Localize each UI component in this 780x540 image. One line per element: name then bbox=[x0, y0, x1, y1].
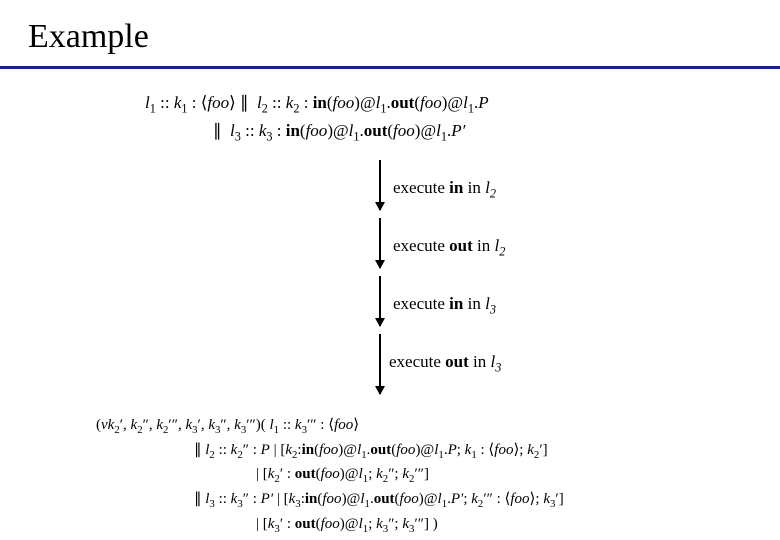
arrow-icon bbox=[379, 160, 381, 210]
formula-initial-line2: ∥ l3 :: k3 : in(foo)@l1.out(foo)@l1.P′ bbox=[145, 118, 489, 146]
step-1: execute in in l2 bbox=[393, 178, 496, 201]
formula-result-line5: | [k3′ : out(foo)@l1; k3″; k3′″] ) bbox=[96, 513, 564, 538]
formula-result: (νk2′, k2″, k2′″, k3′, k3″, k3′″)( l1 ::… bbox=[96, 414, 564, 538]
arrow-icon bbox=[379, 218, 381, 268]
formula-result-line2: ∥ l2 :: k2″ : P | [k2:in(foo)@l1.out(foo… bbox=[96, 439, 564, 464]
step-sub: 2 bbox=[490, 186, 496, 200]
step-mid: in bbox=[463, 178, 485, 197]
formula-initial-line1: l1 :: k1 : ⟨foo⟩ ∥ l2 :: k2 : in(foo)@l1… bbox=[145, 90, 489, 118]
formula-result-line3: | [k2′ : out(foo)@l1; k2″; k2′″] bbox=[96, 463, 564, 488]
step-sub: 3 bbox=[495, 360, 501, 374]
reduction-arrows bbox=[373, 160, 387, 400]
step-3: execute in in l3 bbox=[393, 294, 496, 317]
step-prefix: execute bbox=[389, 352, 445, 371]
step-prefix: execute bbox=[393, 294, 449, 313]
slide: Example l1 :: k1 : ⟨foo⟩ ∥ l2 :: k2 : in… bbox=[0, 0, 780, 540]
step-mid: in bbox=[469, 352, 491, 371]
step-mid: in bbox=[463, 294, 485, 313]
arrow-icon bbox=[379, 276, 381, 326]
formula-result-line4: ∥ l3 :: k3″ : P′ | [k3:in(foo)@l1.out(fo… bbox=[96, 488, 564, 513]
step-prefix: execute bbox=[393, 236, 449, 255]
step-op: in bbox=[449, 178, 463, 197]
step-op: out bbox=[449, 236, 473, 255]
step-2: execute out in l2 bbox=[393, 236, 505, 259]
arrow-icon bbox=[379, 334, 381, 394]
formula-initial: l1 :: k1 : ⟨foo⟩ ∥ l2 :: k2 : in(foo)@l1… bbox=[145, 90, 489, 147]
step-mid: in bbox=[473, 236, 495, 255]
page-title: Example bbox=[28, 18, 149, 56]
step-op: in bbox=[449, 294, 463, 313]
step-op: out bbox=[445, 352, 469, 371]
step-4: execute out in l3 bbox=[389, 352, 501, 375]
step-prefix: execute bbox=[393, 178, 449, 197]
formula-result-line1: (νk2′, k2″, k2′″, k3′, k3″, k3′″)( l1 ::… bbox=[96, 414, 564, 439]
step-sub: 2 bbox=[499, 244, 505, 258]
step-sub: 3 bbox=[490, 302, 496, 316]
title-divider bbox=[0, 66, 780, 69]
